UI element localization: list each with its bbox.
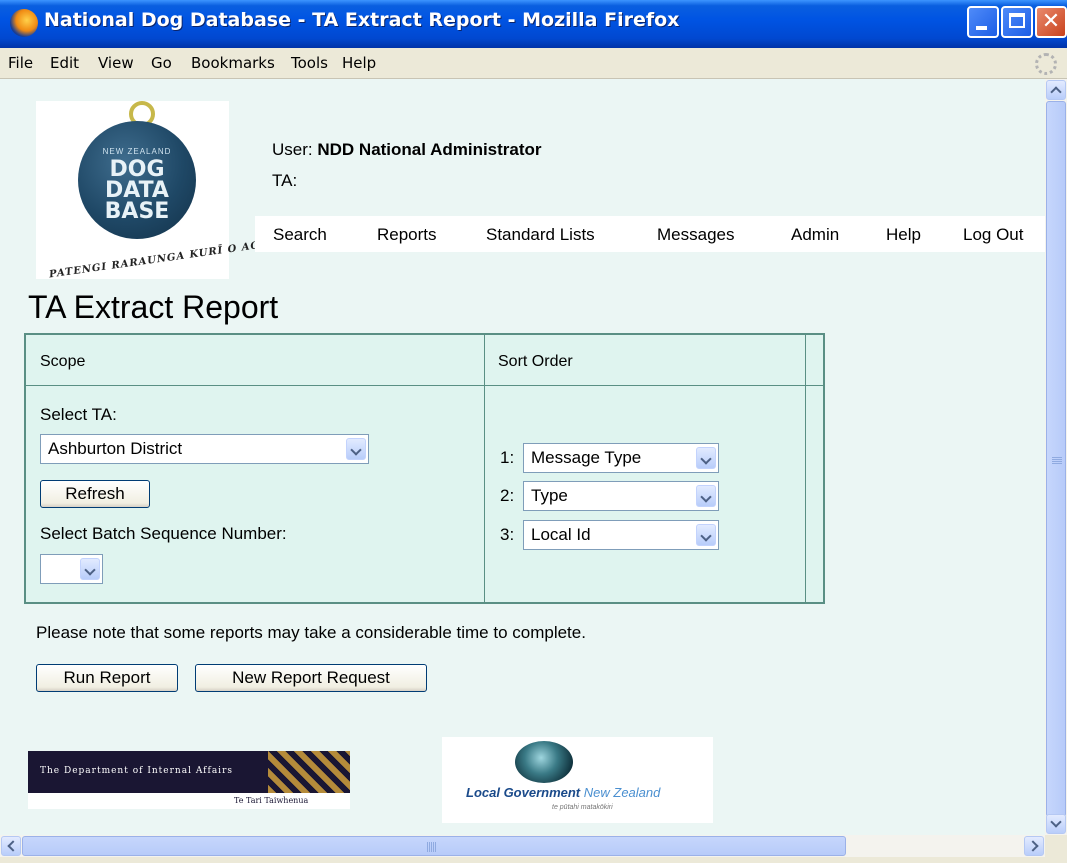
sort-2-select[interactable]: Type	[523, 481, 719, 511]
status-bar	[0, 857, 1067, 863]
nav-admin[interactable]: Admin	[791, 225, 839, 245]
menu-file[interactable]: File	[8, 54, 33, 72]
scroll-left-button[interactable]	[1, 836, 21, 856]
lgnz-title-rest: New Zealand	[583, 785, 661, 800]
nav-help[interactable]: Help	[886, 225, 921, 245]
menu-bar: File Edit View Go Bookmarks Tools Help	[0, 48, 1067, 79]
maximize-icon	[1009, 13, 1025, 28]
horizontal-scrollbar[interactable]	[0, 835, 1045, 857]
horizontal-scroll-thumb[interactable]	[22, 836, 846, 856]
menu-view[interactable]: View	[98, 54, 134, 72]
minimize-button[interactable]	[967, 6, 999, 38]
menu-go[interactable]: Go	[151, 54, 172, 72]
firefox-icon	[10, 9, 38, 37]
window-title: National Dog Database - TA Extract Repor…	[44, 9, 680, 31]
sort-3-number: 3:	[500, 525, 515, 544]
menu-bookmarks[interactable]: Bookmarks	[191, 54, 275, 72]
scroll-up-button[interactable]	[1046, 80, 1066, 100]
select-ta-label: Select TA:	[40, 405, 117, 424]
user-info: User: NDD National Administrator	[272, 140, 542, 160]
weave-pattern-icon	[268, 751, 350, 793]
report-options-table: Scope Sort Order Select TA: Ashburton Di…	[24, 333, 825, 604]
user-name: NDD National Administrator	[317, 140, 542, 159]
dia-subtitle: Te Tari Taiwhenua	[234, 796, 309, 805]
ta-select-value: Ashburton District	[48, 439, 183, 458]
ta-label: TA:	[272, 171, 298, 190]
refresh-button[interactable]: Refresh	[40, 480, 150, 508]
throbber-icon	[1035, 53, 1057, 75]
chevron-down-icon	[1050, 816, 1062, 828]
lgnz-title: Local Government New Zealand	[466, 785, 660, 800]
chevron-down-icon	[346, 438, 366, 460]
logo-line-base: BASE	[104, 199, 170, 224]
menu-edit[interactable]: Edit	[50, 54, 79, 72]
chevron-down-icon	[696, 447, 716, 469]
dia-title: The Department of Internal Affairs	[40, 766, 233, 776]
performance-note: Please note that some reports may take a…	[36, 623, 586, 642]
grip-icon	[1052, 457, 1062, 465]
batch-sequence-select[interactable]	[40, 554, 103, 584]
run-report-button[interactable]: Run Report	[36, 664, 178, 692]
ndd-logo: NEW ZEALAND DOG DATA BASE PATENGI RARAUN…	[36, 101, 314, 280]
page-title: TA Extract Report	[28, 289, 279, 325]
main-nav: Search Reports Standard Lists Messages A…	[255, 216, 1045, 252]
menu-help[interactable]: Help	[342, 54, 376, 72]
grip-icon	[427, 842, 437, 852]
nav-search[interactable]: Search	[273, 225, 327, 245]
sort-2-number: 2:	[500, 486, 515, 505]
chevron-right-icon	[1027, 840, 1039, 852]
sort-1-select[interactable]: Message Type	[523, 443, 719, 473]
close-button[interactable]: ✕	[1035, 6, 1067, 38]
ta-select[interactable]: Ashburton District	[40, 434, 369, 464]
vertical-scrollbar[interactable]	[1045, 79, 1067, 835]
minimize-icon	[976, 26, 987, 30]
sort-2-value: Type	[531, 486, 568, 505]
lgnz-title-bold: Local Government	[466, 785, 581, 800]
dia-banner: The Department of Internal Affairs	[28, 751, 350, 793]
title-bar[interactable]: National Dog Database - TA Extract Repor…	[0, 0, 1067, 48]
new-report-request-button[interactable]: New Report Request	[195, 664, 427, 692]
user-label: User:	[272, 140, 313, 159]
nav-log-out[interactable]: Log Out	[963, 225, 1024, 245]
chevron-down-icon	[696, 485, 716, 507]
table-divider	[26, 385, 823, 386]
nav-messages[interactable]: Messages	[657, 225, 734, 245]
menu-tools[interactable]: Tools	[291, 54, 328, 72]
scroll-right-button[interactable]	[1024, 836, 1044, 856]
sort-1-number: 1:	[500, 448, 515, 467]
lgnz-subtitle: te pūtahi matakōkiri	[552, 804, 613, 811]
chevron-up-icon	[1050, 86, 1062, 98]
sort-3-value: Local Id	[531, 525, 591, 544]
chevron-down-icon	[696, 524, 716, 546]
logo-country: NEW ZEALAND	[102, 147, 172, 156]
sort-1-value: Message Type	[531, 448, 642, 467]
logo-badge: NEW ZEALAND DOG DATA BASE	[78, 121, 196, 239]
dia-logo[interactable]: The Department of Internal Affairs Te Ta…	[28, 751, 350, 809]
scope-header: Scope	[40, 353, 86, 370]
batch-sequence-label: Select Batch Sequence Number:	[40, 524, 287, 543]
sort-order-header: Sort Order	[498, 353, 573, 370]
nav-reports[interactable]: Reports	[377, 225, 437, 245]
browser-window: National Dog Database - TA Extract Repor…	[0, 0, 1067, 863]
lgnz-logo[interactable]: Local Government New Zealand te pūtahi m…	[442, 737, 713, 823]
chevron-left-icon	[7, 840, 19, 852]
page-content: NEW ZEALAND DOG DATA BASE PATENGI RARAUN…	[0, 79, 1045, 835]
table-divider	[484, 335, 485, 602]
vertical-scroll-thumb[interactable]	[1046, 101, 1066, 817]
sort-3-select[interactable]: Local Id	[523, 520, 719, 550]
scroll-down-button[interactable]	[1046, 814, 1066, 834]
maximize-button[interactable]	[1001, 6, 1033, 38]
close-icon: ✕	[1041, 9, 1061, 34]
chevron-down-icon	[80, 558, 100, 580]
table-divider	[805, 335, 806, 602]
nav-standard-lists[interactable]: Standard Lists	[486, 225, 595, 245]
globe-icon	[515, 741, 573, 783]
